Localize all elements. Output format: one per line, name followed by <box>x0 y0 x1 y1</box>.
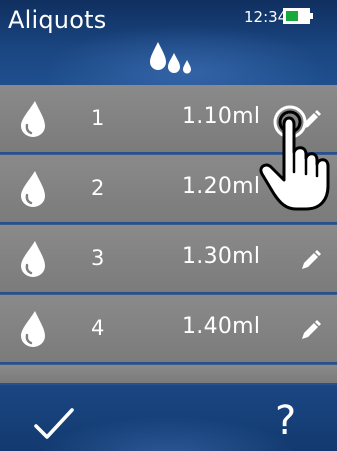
pencil-icon[interactable] <box>298 249 322 273</box>
drop-icon <box>21 101 45 137</box>
pencil-icon[interactable] <box>298 109 322 133</box>
header-bar: Aliquots 12:34 <box>0 0 337 85</box>
page-title: Aliquots <box>8 6 107 34</box>
drop-icon <box>21 171 45 207</box>
aliquot-number: 3 <box>91 246 105 270</box>
aliquot-number: 4 <box>91 316 105 340</box>
aliquot-number: 2 <box>91 176 105 200</box>
battery-icon <box>283 8 313 24</box>
aliquot-volume: 1.30ml <box>182 244 261 269</box>
pencil-icon[interactable] <box>298 179 322 203</box>
help-button[interactable]: ? <box>275 399 296 443</box>
drop-icon <box>21 241 45 277</box>
clock: 12:34 <box>244 8 288 26</box>
drops-icon <box>150 42 191 74</box>
aliquot-row[interactable]: 2 1.20ml <box>0 155 337 224</box>
checkmark-icon[interactable] <box>33 407 75 441</box>
aliquot-volume: 1.40ml <box>182 314 261 339</box>
aliquots-screen: Aliquots 12:34 1 1.10ml 2 1.20ml 3 1.30m… <box>0 0 337 451</box>
aliquot-row[interactable]: 1 1.10ml <box>0 85 337 154</box>
aliquot-number: 1 <box>91 106 105 130</box>
footer-bar: ? <box>0 385 337 451</box>
pencil-icon[interactable] <box>298 319 322 343</box>
aliquot-list[interactable]: 1 1.10ml 2 1.20ml 3 1.30ml 4 1.40ml <box>0 85 337 385</box>
aliquot-volume: 1.20ml <box>182 174 261 199</box>
aliquot-row[interactable]: 3 1.30ml <box>0 225 337 294</box>
battery-level <box>286 11 298 21</box>
drop-icon <box>21 311 45 347</box>
aliquot-row[interactable]: 4 1.40ml <box>0 295 337 364</box>
aliquot-volume: 1.10ml <box>182 104 261 129</box>
aliquot-row-partial[interactable] <box>0 365 337 385</box>
